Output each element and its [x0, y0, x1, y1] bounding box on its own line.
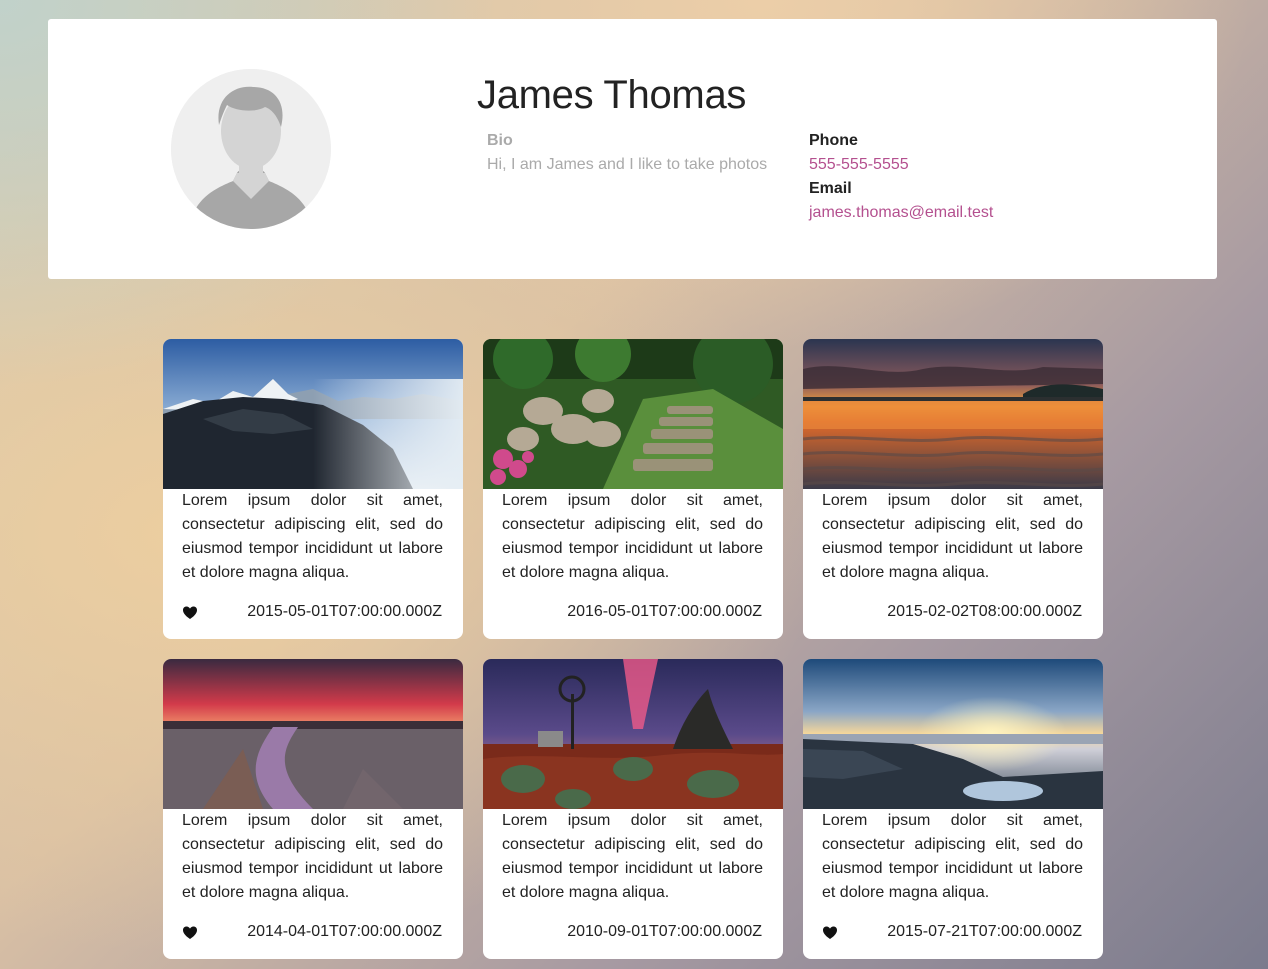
photo-date: 2015-05-01T07:00:00.000Z	[247, 603, 442, 620]
bio-label: Bio	[487, 132, 513, 149]
photo-date: 2010-09-01T07:00:00.000Z	[567, 923, 762, 940]
phone-label: Phone	[809, 132, 858, 149]
photo-caption: Lorem ipsum dolor sit amet, consectetur …	[502, 812, 763, 901]
profile-name: James Thomas	[477, 73, 747, 117]
photo-rocky-shore[interactable]	[803, 659, 1103, 809]
user-silhouette-icon	[171, 69, 331, 229]
heart-icon[interactable]	[182, 925, 198, 941]
photo-card[interactable]: Lorem ipsum dolor sit amet, consectetur …	[163, 659, 463, 959]
photo-mountains[interactable]	[163, 339, 463, 489]
photo-caption: Lorem ipsum dolor sit amet, consectetur …	[182, 492, 443, 581]
photo-garden-steps[interactable]	[483, 339, 783, 489]
email-label: Email	[809, 180, 852, 197]
photo-card[interactable]: Lorem ipsum dolor sit amet, consectetur …	[483, 339, 783, 639]
photo-windmill[interactable]	[483, 659, 783, 809]
email-link[interactable]: james.thomas@email.test	[809, 204, 993, 222]
photo-caption: Lorem ipsum dolor sit amet, consectetur …	[502, 492, 763, 581]
phone-link[interactable]: 555-555-5555	[809, 156, 909, 174]
heart-icon[interactable]	[822, 925, 838, 941]
photo-card[interactable]: Lorem ipsum dolor sit amet, consectetur …	[483, 659, 783, 959]
photo-caption: Lorem ipsum dolor sit amet, consectetur …	[182, 812, 443, 901]
bio-text: Hi, I am James and I like to take photos	[487, 156, 768, 173]
photo-date: 2016-05-01T07:00:00.000Z	[567, 603, 762, 620]
photo-caption: Lorem ipsum dolor sit amet, consectetur …	[822, 492, 1083, 581]
profile-header: James Thomas Bio Hi, I am James and I li…	[48, 19, 1217, 279]
photo-date: 2015-02-02T08:00:00.000Z	[887, 603, 1082, 620]
photo-card[interactable]: Lorem ipsum dolor sit amet, consectetur …	[803, 659, 1103, 959]
photo-creek-sunset[interactable]	[163, 659, 463, 809]
photo-date: 2014-04-01T07:00:00.000Z	[247, 923, 442, 940]
photo-beach-sunset[interactable]	[803, 339, 1103, 489]
photo-card[interactable]: Lorem ipsum dolor sit amet, consectetur …	[163, 339, 463, 639]
heart-icon[interactable]	[182, 605, 198, 621]
photo-card[interactable]: Lorem ipsum dolor sit amet, consectetur …	[803, 339, 1103, 639]
avatar	[171, 69, 331, 229]
photo-caption: Lorem ipsum dolor sit amet, consectetur …	[822, 812, 1083, 901]
photo-date: 2015-07-21T07:00:00.000Z	[887, 923, 1082, 940]
